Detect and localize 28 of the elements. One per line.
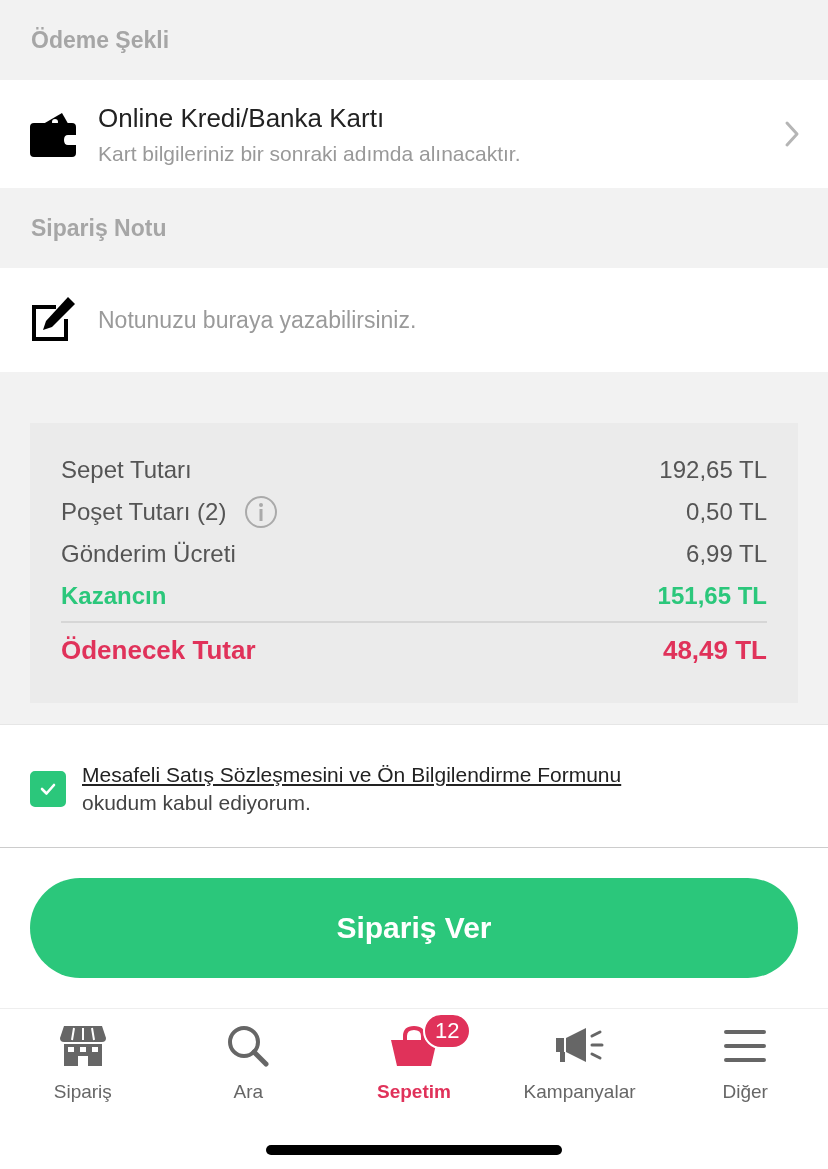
chevron-right-icon [784, 120, 800, 148]
agreement-text: okudum kabul ediyorum. [82, 791, 312, 815]
summary-value: 0,50 TL [686, 498, 767, 526]
summary-value: 6,99 TL [686, 540, 767, 568]
info-icon[interactable] [244, 495, 279, 529]
search-icon [226, 1024, 271, 1068]
summary-label: Sepet Tutarı [61, 456, 192, 484]
payment-method-title: Online Kredi/Banka Kartı [98, 102, 386, 134]
store-icon [57, 1024, 108, 1068]
summary-label: Gönderim Ücreti [61, 540, 236, 568]
tab[interactable]: Kampanyalar [496, 1009, 663, 1103]
tab[interactable]: Ara [165, 1009, 332, 1103]
summary-value: 48,49 TL [662, 634, 767, 666]
section-header: Ödeme Şekli [31, 26, 170, 54]
summary-label: Ödenecek Tutar [61, 634, 256, 666]
agreement-checkbox[interactable] [30, 771, 66, 807]
section-header: Sipariş Notu [31, 214, 167, 242]
tab[interactable]: Diğer [662, 1009, 828, 1103]
summary-label: Poşet Tutarı (2) [61, 498, 227, 526]
agreement-link[interactable]: Mesafeli Satış Sözleşmesini ve Ön Bilgilendirme Formunu [82, 763, 622, 787]
summary-value: 151,65 TL [657, 582, 767, 610]
tab[interactable]: Sipariş [0, 1009, 166, 1103]
summary-value: 192,65 TL [659, 456, 767, 484]
cart-count-badge: 12 [423, 1013, 472, 1049]
tab[interactable]: 12 Sepetim [331, 1009, 497, 1103]
payment-method-subtitle: Kart bilgileriniz bir sonraki adımda alınacaktır. [98, 141, 522, 166]
summary-label: Kazancın [61, 582, 167, 610]
note-field[interactable]: Notunuzu buraya yazabilirsiniz. [98, 302, 800, 338]
